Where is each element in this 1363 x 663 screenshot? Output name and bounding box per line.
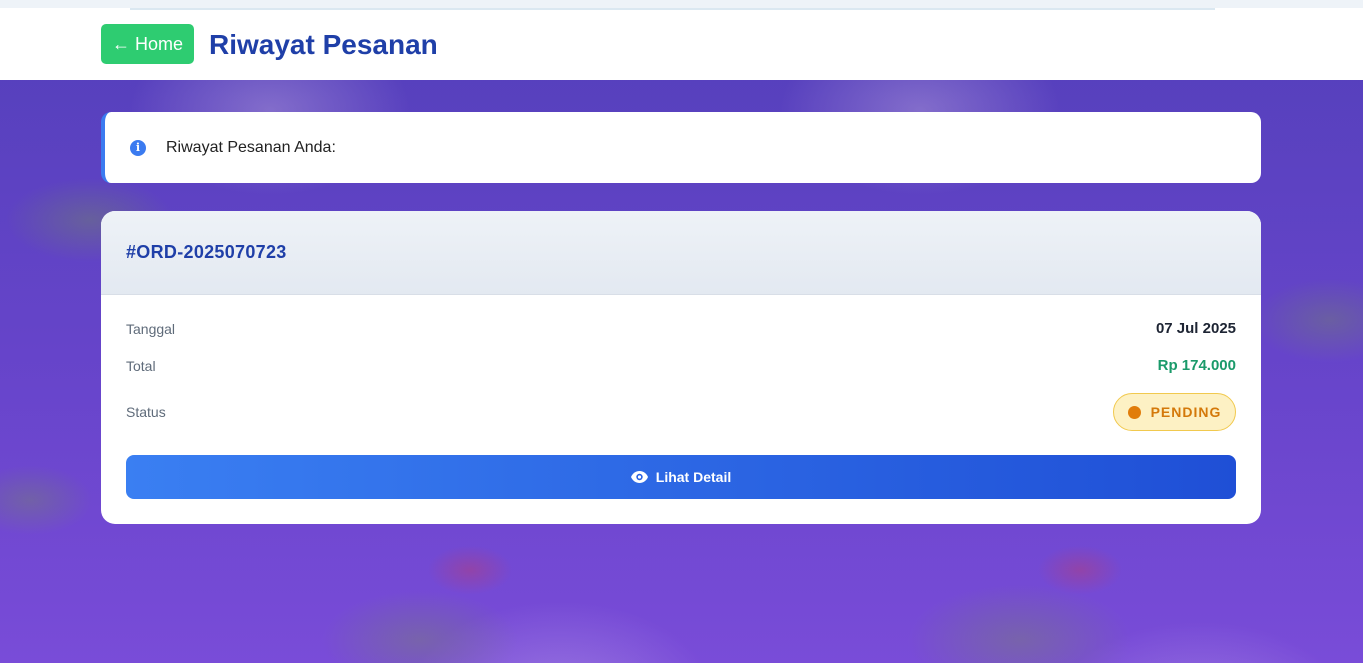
top-accent-line <box>130 8 1215 10</box>
order-status-row: Status PENDING <box>126 393 1236 431</box>
order-card-header: #ORD-2025070723 <box>101 211 1261 295</box>
order-date-row: Tanggal 07 Jul 2025 <box>126 320 1236 337</box>
home-button[interactable]: ← Home <box>101 24 194 64</box>
page-title: Riwayat Pesanan <box>209 29 438 60</box>
info-alert: i Riwayat Pesanan Anda: <box>101 112 1261 183</box>
order-id: #ORD-2025070723 <box>126 242 287 262</box>
total-label: Total <box>126 357 156 374</box>
order-total-row: Total Rp 174.000 <box>126 357 1236 374</box>
date-value: 07 Jul 2025 <box>1155 320 1236 337</box>
status-badge: PENDING <box>1113 393 1236 431</box>
status-dot-icon <box>1127 405 1141 419</box>
date-label: Tanggal <box>126 320 176 337</box>
status-text: PENDING <box>1150 404 1222 420</box>
status-label: Status <box>126 404 166 420</box>
eye-icon <box>630 471 648 483</box>
info-text: Riwayat Pesanan Anda: <box>166 138 336 156</box>
info-circle-icon: i <box>130 139 146 156</box>
view-detail-button[interactable]: Lihat Detail <box>126 455 1236 499</box>
top-bar <box>0 0 1363 80</box>
total-value: Rp 174.000 <box>1157 357 1236 374</box>
order-card: #ORD-2025070723 Tanggal 07 Jul 2025 Tota… <box>101 211 1261 524</box>
view-detail-label: Lihat Detail <box>655 469 732 485</box>
